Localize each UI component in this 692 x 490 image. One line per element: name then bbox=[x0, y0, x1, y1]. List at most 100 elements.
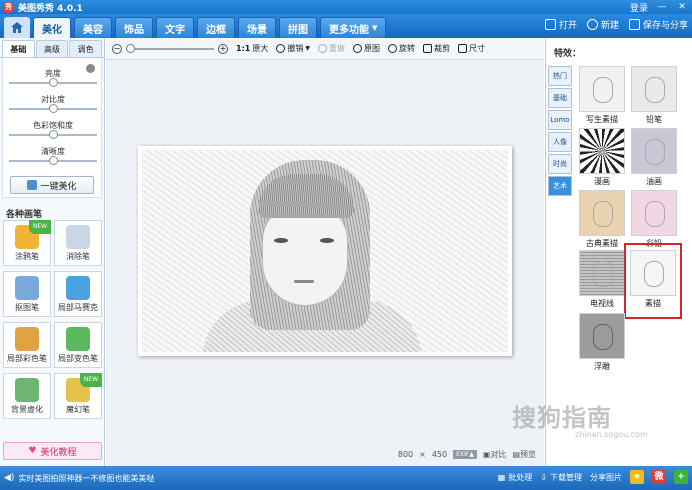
app-logo-icon: 秀 bbox=[3, 1, 14, 13]
effect-tv-lines[interactable]: 电视线 bbox=[579, 250, 625, 309]
tab-collage[interactable]: 拼图 bbox=[279, 17, 317, 38]
redo-button[interactable]: 重做 bbox=[317, 43, 345, 54]
brightness-knob[interactable] bbox=[49, 78, 58, 87]
brush-magic[interactable]: 魔幻笔 NEW bbox=[54, 373, 102, 419]
brush-eraser[interactable]: 消除笔 bbox=[54, 220, 102, 266]
subtab-advanced[interactable]: 高级 bbox=[35, 40, 69, 57]
resize-icon bbox=[457, 44, 467, 53]
tab-text[interactable]: 文字 bbox=[156, 17, 194, 38]
effect-pencil[interactable]: 铅笔 bbox=[631, 66, 677, 125]
canvas-toolbar: − + 1:1 原大 撤销 ▼ 重做 原图 旋转 裁剪 尺寸 bbox=[106, 38, 544, 60]
open-button[interactable]: 打开 bbox=[544, 18, 577, 31]
saturation-track[interactable] bbox=[9, 130, 97, 139]
saturation-slider[interactable]: 色彩饱和度 bbox=[9, 120, 97, 139]
subtab-basic[interactable]: 基础 bbox=[2, 40, 35, 57]
star-share-icon[interactable]: ★ bbox=[630, 470, 644, 484]
paint-bucket-icon bbox=[66, 327, 90, 351]
effect-label: 漫画 bbox=[594, 177, 610, 186]
category-basic[interactable]: 基础 bbox=[548, 88, 572, 108]
effect-comic[interactable]: 漫画 bbox=[579, 128, 625, 187]
download-manager-button[interactable]: ⇩ 下载管理 bbox=[540, 472, 582, 483]
effect-emboss[interactable]: 浮雕 bbox=[579, 313, 625, 372]
title-controls: 登录 — ✕ bbox=[630, 0, 688, 14]
tab-face[interactable]: 美容 bbox=[74, 17, 112, 38]
brightness-slider[interactable]: 亮度 bbox=[9, 68, 97, 87]
brightness-track[interactable] bbox=[9, 78, 97, 87]
save-share-button[interactable]: 保存与分享 bbox=[628, 18, 688, 31]
batch-process-button[interactable]: ▦ 批处理 bbox=[498, 472, 533, 483]
brush-doodle[interactable]: 涂鸦笔 NEW bbox=[3, 220, 51, 266]
tutorial-button[interactable]: ♥ 美化教程 bbox=[3, 442, 102, 460]
compare-button[interactable]: ▣对比 bbox=[483, 449, 507, 460]
brush-mosaic[interactable]: 局部马赛克 bbox=[54, 271, 102, 317]
adjust-subtabs: 基础 高级 调色 bbox=[0, 38, 104, 58]
effect-classic-sketch[interactable]: 古典素描 bbox=[579, 190, 625, 249]
one-click-beautify-button[interactable]: 一键美化 bbox=[10, 176, 94, 194]
original-button[interactable]: 原图 bbox=[352, 43, 380, 54]
contrast-track[interactable] bbox=[9, 104, 97, 113]
saturation-knob[interactable] bbox=[49, 130, 58, 139]
brush-label: 消除笔 bbox=[66, 252, 90, 261]
weibo-icon[interactable]: 微 bbox=[652, 470, 666, 484]
effect-thumbnail bbox=[579, 190, 625, 236]
zoom-out-icon[interactable]: − bbox=[112, 43, 122, 54]
sharpness-knob[interactable] bbox=[49, 156, 58, 165]
resize-button[interactable]: 尺寸 bbox=[457, 43, 485, 54]
tab-more[interactable]: 更多功能 ▼ bbox=[320, 17, 387, 38]
actual-size-button[interactable]: 1:1 原大 bbox=[236, 43, 268, 54]
category-fashion[interactable]: 时尚 bbox=[548, 154, 572, 174]
login-link[interactable]: 登录 bbox=[630, 1, 648, 14]
category-art[interactable]: 艺术 bbox=[548, 176, 572, 196]
adjust-panel: 基础 高级 调色 亮度 对比度 色彩饱和度 清晰度 一键美化 各种画笔 涂鸦笔 … bbox=[0, 38, 105, 466]
category-hot[interactable]: 热门 bbox=[548, 66, 572, 86]
app-title: 美图秀秀 4.0.1 bbox=[18, 3, 83, 14]
brush-blur-bg[interactable]: 背景虚化 bbox=[3, 373, 51, 419]
sharpness-track[interactable] bbox=[9, 156, 97, 165]
image-status: 800 × 450 EXIF▲ ▣对比 ▤预览 bbox=[398, 449, 536, 460]
mosaic-icon bbox=[66, 276, 90, 300]
contrast-slider[interactable]: 对比度 bbox=[9, 94, 97, 113]
tab-accessories[interactable]: 饰品 bbox=[115, 17, 153, 38]
original-label: 原图 bbox=[363, 44, 380, 53]
zoom-in-icon[interactable]: + bbox=[218, 43, 228, 54]
redo-icon bbox=[317, 44, 327, 53]
rotate-icon bbox=[387, 44, 397, 53]
crop-button[interactable]: 裁剪 bbox=[422, 43, 450, 54]
home-button[interactable] bbox=[4, 17, 30, 38]
zoom-slider[interactable] bbox=[126, 43, 214, 53]
chevron-down-icon: ▼ bbox=[372, 24, 378, 32]
thumbnail-face bbox=[645, 201, 665, 227]
open-label: 打开 bbox=[558, 21, 577, 31]
share-label: 分享图片 bbox=[590, 472, 622, 482]
new-button[interactable]: 新建 bbox=[586, 18, 619, 31]
tab-scene[interactable]: 场景 bbox=[238, 17, 276, 38]
watermark-url: zhinan.sogou.com bbox=[575, 430, 648, 439]
effect-color-pencil[interactable]: 彩铅 bbox=[631, 190, 677, 249]
category-portrait[interactable]: 人像 bbox=[548, 132, 572, 152]
brush-local-color[interactable]: 局部彩色笔 bbox=[3, 322, 51, 368]
sharpness-slider[interactable]: 清晰度 bbox=[9, 146, 97, 165]
rotate-button[interactable]: 旋转 bbox=[387, 43, 415, 54]
brush-section-title: 各种画笔 bbox=[6, 210, 43, 220]
brush-cutout[interactable]: 抠图笔 bbox=[3, 271, 51, 317]
zoom-knob[interactable] bbox=[126, 43, 135, 53]
tab-frame[interactable]: 边框 bbox=[197, 17, 235, 38]
photo-canvas[interactable] bbox=[138, 146, 512, 356]
category-lomo[interactable]: Lomo bbox=[548, 110, 572, 130]
close-button[interactable]: ✕ bbox=[676, 1, 688, 13]
add-share-icon[interactable]: + bbox=[674, 470, 688, 484]
effect-sketch-life[interactable]: 写生素描 bbox=[579, 66, 625, 125]
undo-button[interactable]: 撤销 ▼ bbox=[276, 43, 310, 54]
minimize-button[interactable]: — bbox=[656, 1, 668, 13]
effect-oil-painting[interactable]: 油画 bbox=[631, 128, 677, 187]
tab-beautify[interactable]: 美化 bbox=[33, 17, 71, 38]
preview-button[interactable]: ▤预览 bbox=[512, 449, 536, 460]
paint-brush-icon bbox=[15, 327, 39, 351]
brush-recolor[interactable]: 局部变色笔 bbox=[54, 322, 102, 368]
effect-thumbnail bbox=[579, 250, 625, 296]
subtab-color[interactable]: 调色 bbox=[69, 40, 103, 57]
exif-badge[interactable]: EXIF▲ bbox=[453, 450, 477, 459]
news-ticker[interactable]: 实时美图拍照神器一不修图也能美美哒 bbox=[18, 473, 154, 484]
resize-label: 尺寸 bbox=[468, 44, 485, 53]
contrast-knob[interactable] bbox=[49, 104, 58, 113]
